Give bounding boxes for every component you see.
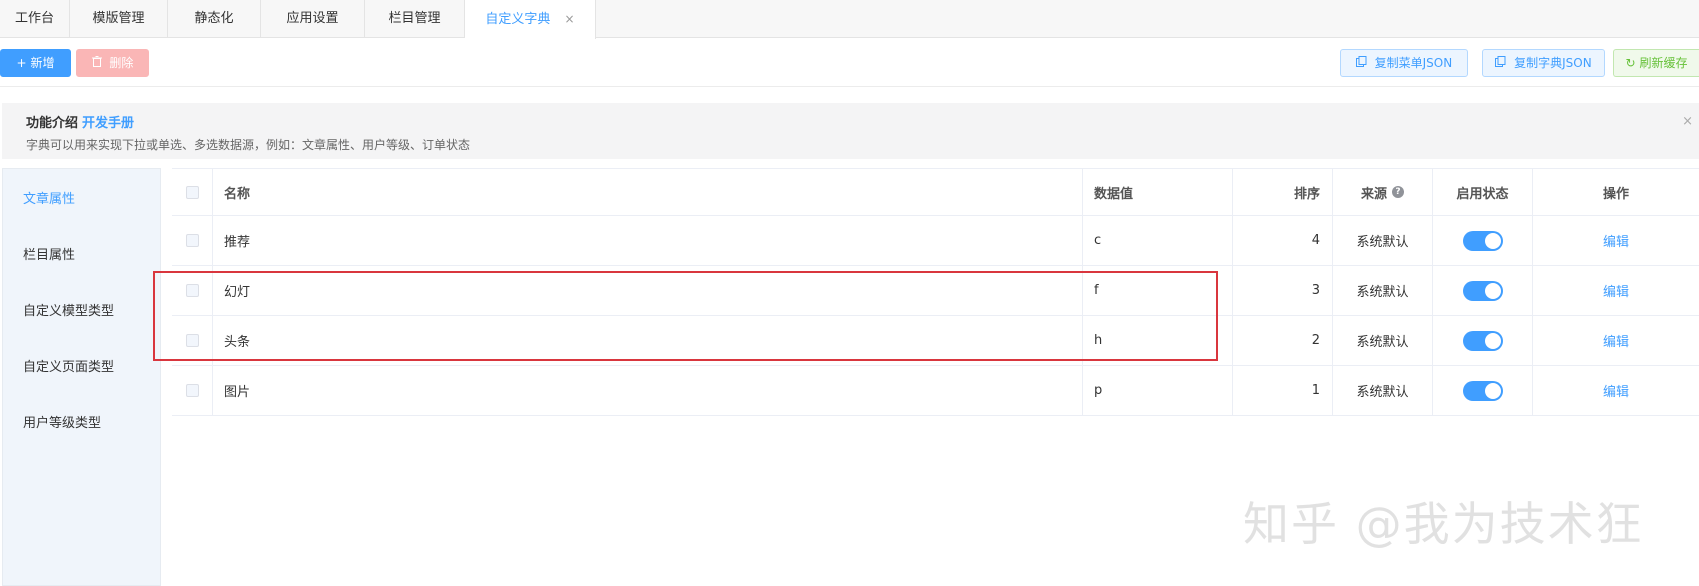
tab-label: 静态化 [194,11,234,26]
sidebar-item-user-level-types[interactable]: 用户等级类型 [23,412,101,431]
edit-link[interactable]: 编辑 [1603,281,1629,300]
name-cell: 图片 [212,366,1082,415]
tab-custom-dictionary[interactable]: 自定义字典 × [465,0,596,39]
refresh-icon: ↻ [1625,56,1636,70]
copy-menu-json-label: 复制菜单JSON [1374,56,1453,70]
refresh-cache-button[interactable]: ↻ 刷新缓存 [1613,49,1699,77]
table-row: 图片 p 1 系统默认 编辑 [172,366,1699,416]
source-cell: 系统默认 [1332,216,1432,265]
delete-button[interactable]: 删除 [76,49,149,77]
edit-link[interactable]: 编辑 [1603,381,1629,400]
row-checkbox[interactable] [185,384,199,397]
tab-label: 工作台 [14,11,54,26]
status-cell [1432,216,1532,265]
tab-label: 应用设置 [286,11,339,26]
actions-cell: 编辑 [1532,266,1699,315]
table-header: 名称 数据值 排序 来源? 启用状态 操作 [172,168,1699,216]
delete-button-label: 删除 [109,56,134,70]
tab-template-management[interactable]: 模版管理 [70,0,168,38]
copy-icon [1355,56,1371,70]
status-cell [1432,266,1532,315]
row-checkbox[interactable] [185,334,199,347]
row-checkbox[interactable] [185,284,199,297]
sidebar-item-article-attributes[interactable]: 文章属性 [23,188,75,207]
value-cell: c [1082,216,1232,265]
trash-icon [91,56,106,70]
source-cell: 系统默认 [1332,366,1432,415]
banner-description: 字典可以用来实现下拉或单选、多选数据源，例如：文章属性、用户等级、订单状态 [26,138,471,152]
toolbar: + 新增 删除 复制菜单JSON 复制字典JSON ↻ 刷新缓存 [0,39,1699,87]
column-header-name: 名称 [212,169,1082,215]
select-all-checkbox[interactable] [185,185,199,199]
enabled-switch[interactable] [1462,330,1503,351]
copy-icon [1495,56,1510,70]
plus-icon: + [16,56,27,70]
column-header-source: 来源? [1332,169,1432,215]
source-header-label: 来源 [1360,186,1387,202]
row-select-cell [172,366,212,415]
tab-label: 自定义字典 [485,12,551,27]
add-button[interactable]: + 新增 [0,49,71,77]
dictionary-type-sidebar: 文章属性 栏目属性 自定义模型类型 自定义页面类型 用户等级类型 [2,168,161,586]
dev-manual-link[interactable]: 开发手册 [82,116,134,131]
column-header-sort: 排序 [1232,169,1332,215]
column-header-actions: 操作 [1532,169,1699,215]
watermark: 知乎 @我为技术狂 [1243,497,1644,551]
banner-title-text: 功能介绍 [26,116,79,131]
edit-link[interactable]: 编辑 [1603,231,1629,250]
name-cell: 头条 [212,316,1082,365]
sort-cell: 4 [1232,216,1332,265]
edit-link[interactable]: 编辑 [1603,331,1629,350]
name-cell: 推荐 [212,216,1082,265]
close-icon[interactable]: × [565,12,575,26]
column-header-status: 启用状态 [1432,169,1532,215]
value-cell: f [1082,266,1232,315]
source-cell: 系统默认 [1332,266,1432,315]
tab-label: 栏目管理 [388,11,441,26]
enabled-switch[interactable] [1462,230,1503,251]
tab-static[interactable]: 静态化 [168,0,261,38]
actions-cell: 编辑 [1532,316,1699,365]
table-row: 推荐 c 4 系统默认 编辑 [172,216,1699,266]
enabled-switch[interactable] [1462,380,1503,401]
tab-column-management[interactable]: 栏目管理 [365,0,465,38]
row-select-cell [172,266,212,315]
enabled-switch[interactable] [1462,280,1503,301]
sidebar-item-column-attributes[interactable]: 栏目属性 [23,244,75,263]
banner-title: 功能介绍 开发手册 [26,112,134,131]
row-select-cell [172,316,212,365]
value-cell: p [1082,366,1232,415]
tab-workbench[interactable]: 工作台 [0,0,70,38]
tab-bar: 工作台 模版管理 静态化 应用设置 栏目管理 自定义字典 × [0,0,1699,39]
source-cell: 系统默认 [1332,316,1432,365]
sidebar-item-custom-page-types[interactable]: 自定义页面类型 [23,356,114,375]
column-header-value: 数据值 [1082,169,1232,215]
add-button-label: 新增 [30,56,55,70]
status-cell [1432,316,1532,365]
sidebar-item-custom-model-types[interactable]: 自定义模型类型 [23,300,114,319]
select-all-cell [172,169,212,215]
table-row: 幻灯 f 3 系统默认 编辑 [172,266,1699,316]
sort-cell: 1 [1232,366,1332,415]
copy-menu-json-button[interactable]: 复制菜单JSON [1340,49,1468,77]
question-icon[interactable]: ? [1392,186,1404,198]
tab-app-settings[interactable]: 应用设置 [261,0,365,38]
row-checkbox[interactable] [185,234,199,247]
sort-cell: 3 [1232,266,1332,315]
copy-dict-json-label: 复制字典JSON [1514,56,1592,70]
info-banner: 功能介绍 开发手册 字典可以用来实现下拉或单选、多选数据源，例如：文章属性、用户等… [2,103,1699,159]
status-cell [1432,366,1532,415]
value-cell: h [1082,316,1232,365]
tab-label: 模版管理 [92,11,145,26]
actions-cell: 编辑 [1532,216,1699,265]
name-cell: 幻灯 [212,266,1082,315]
close-icon[interactable]: × [1682,114,1693,129]
sort-cell: 2 [1232,316,1332,365]
table-row: 头条 h 2 系统默认 编辑 [172,316,1699,366]
row-select-cell [172,216,212,265]
copy-dict-json-button[interactable]: 复制字典JSON [1482,49,1605,77]
actions-cell: 编辑 [1532,366,1699,415]
refresh-cache-label: 刷新缓存 [1639,56,1688,70]
